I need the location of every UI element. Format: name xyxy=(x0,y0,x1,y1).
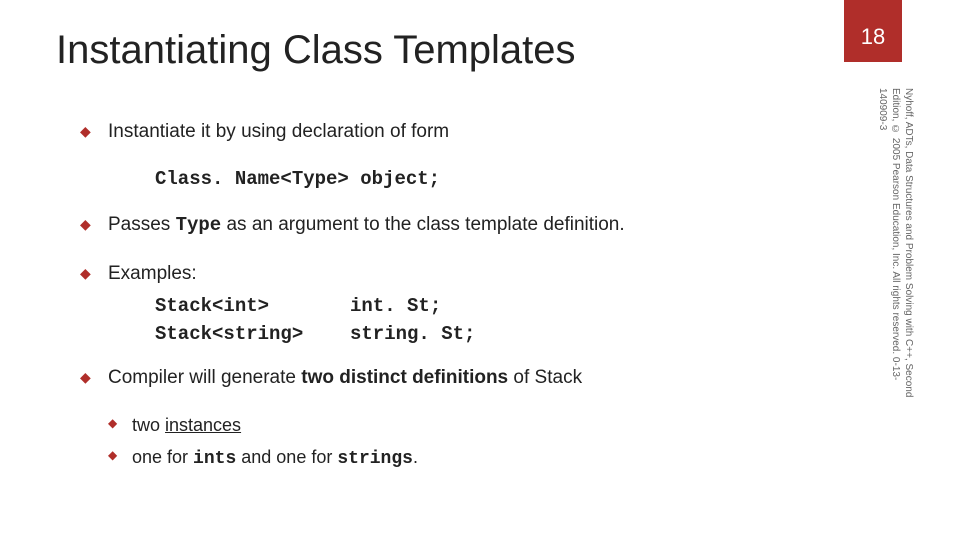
text-pre: one for xyxy=(132,447,193,467)
slide-title: Instantiating Class Templates xyxy=(56,28,576,73)
bullet-text-post: as an argument to the class template def… xyxy=(221,214,624,235)
code-strings: strings xyxy=(337,449,413,469)
bullet-examples: Examples: xyxy=(80,260,840,288)
code-ints: ints xyxy=(193,449,236,469)
code-type: Type xyxy=(176,214,222,236)
example-lhs: Stack<string> xyxy=(155,321,350,349)
text-pre: two xyxy=(132,415,165,435)
slide: 18 Instantiating Class Templates Nyhoff,… xyxy=(0,0,960,540)
slide-content: Instantiate it by using declaration of f… xyxy=(80,118,840,476)
copyright-text: Nyhoff, ADTs, Data Structures and Proble… xyxy=(876,88,915,408)
page-number-badge: 18 xyxy=(844,0,902,62)
example-row-2: Stack<string> string. St; xyxy=(155,321,840,349)
example-block: Stack<int> int. St; Stack<string> string… xyxy=(80,293,840,348)
text-bold: two distinct definitions xyxy=(301,367,508,388)
text-underline: instances xyxy=(165,415,241,435)
example-row-1: Stack<int> int. St; xyxy=(155,293,840,321)
bullet-passes-type: Passes Type as an argument to the class … xyxy=(80,211,840,240)
text-post: . xyxy=(413,447,418,467)
text-mid: and one for xyxy=(236,447,337,467)
subbullet-one-for: one for ints and one for strings. xyxy=(80,444,840,472)
bullet-compiler: Compiler will generate two distinct defi… xyxy=(80,364,840,392)
page-number: 18 xyxy=(861,24,885,50)
bullet-instantiate: Instantiate it by using declaration of f… xyxy=(80,118,840,146)
bullet-text: Instantiate it by using declaration of f… xyxy=(108,121,449,142)
text-pre: Compiler will generate xyxy=(108,367,301,388)
example-rhs: int. St; xyxy=(350,293,441,321)
text-post: of Stack xyxy=(508,367,582,388)
example-rhs: string. St; xyxy=(350,321,475,349)
bullet-text: Examples: xyxy=(108,263,197,284)
code-declaration: Class. Name<Type> object; xyxy=(80,166,840,194)
subbullet-instances: two instances xyxy=(80,412,840,438)
example-lhs: Stack<int> xyxy=(155,293,350,321)
bullet-text-pre: Passes xyxy=(108,214,176,235)
